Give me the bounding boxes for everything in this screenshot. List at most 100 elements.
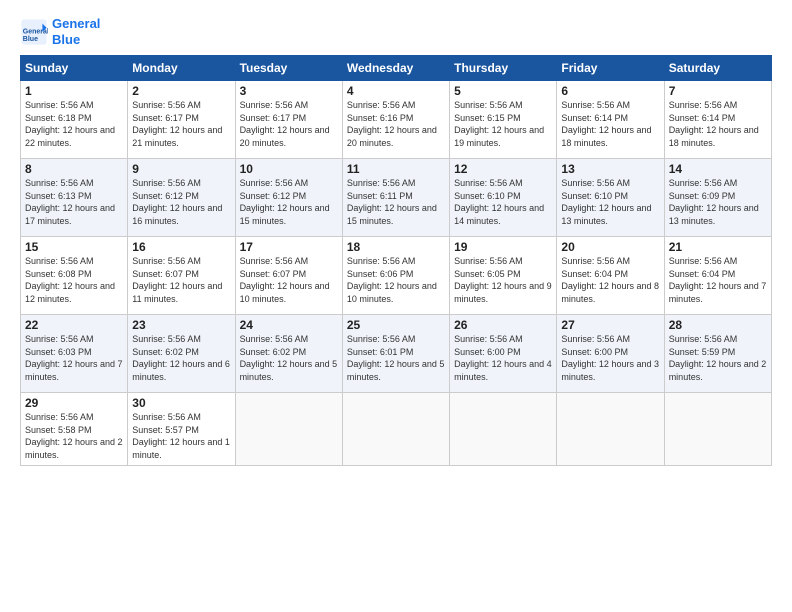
calendar-cell: 20 Sunrise: 5:56 AMSunset: 6:04 PMDayligh… [557, 237, 664, 315]
calendar-cell: 11Sunrise: 5:56 AMSunset: 6:11 PMDayligh… [342, 159, 449, 237]
calendar-cell: 5 Sunrise: 5:56 AMSunset: 6:15 PMDaylight… [450, 81, 557, 159]
calendar-cell [450, 393, 557, 465]
day-number: 28 [669, 318, 767, 332]
calendar-header-row: SundayMondayTuesdayWednesdayThursdayFrid… [21, 56, 772, 81]
day-number: 22 [25, 318, 123, 332]
day-info: Sunrise: 5:56 AMSunset: 6:02 PMDaylight:… [132, 334, 230, 382]
day-number: 12 [454, 162, 552, 176]
calendar-header-cell: Monday [128, 56, 235, 81]
calendar-cell: 24 Sunrise: 5:56 AMSunset: 6:02 PMDayligh… [235, 315, 342, 393]
calendar-cell: 21Sunrise: 5:56 AMSunset: 6:04 PMDayligh… [664, 237, 771, 315]
calendar-cell: 17 Sunrise: 5:56 AMSunset: 6:07 PMDayligh… [235, 237, 342, 315]
day-number: 3 [240, 84, 338, 98]
calendar-header-cell: Wednesday [342, 56, 449, 81]
day-info: Sunrise: 5:56 AMSunset: 5:59 PMDaylight:… [669, 334, 767, 382]
day-info: Sunrise: 5:56 AMSunset: 6:14 PMDaylight:… [669, 100, 759, 148]
page: General Blue General Blue SundayMondayTu… [0, 0, 792, 612]
calendar-cell [557, 393, 664, 465]
day-info: Sunrise: 5:56 AMSunset: 6:06 PMDaylight:… [347, 256, 437, 304]
calendar-cell: 8 Sunrise: 5:56 AMSunset: 6:13 PMDaylight… [21, 159, 128, 237]
calendar-cell: 10 Sunrise: 5:56 AMSunset: 6:12 PMDayligh… [235, 159, 342, 237]
day-info: Sunrise: 5:56 AMSunset: 6:17 PMDaylight:… [132, 100, 222, 148]
day-info: Sunrise: 5:56 AMSunset: 6:12 PMDaylight:… [240, 178, 330, 226]
calendar-cell: 18 Sunrise: 5:56 AMSunset: 6:06 PMDayligh… [342, 237, 449, 315]
day-number: 13 [561, 162, 659, 176]
day-info: Sunrise: 5:56 AMSunset: 6:00 PMDaylight:… [561, 334, 659, 382]
day-info: Sunrise: 5:56 AMSunset: 6:08 PMDaylight:… [25, 256, 115, 304]
day-number: 1 [25, 84, 123, 98]
logo: General Blue General Blue [20, 16, 100, 47]
day-number: 10 [240, 162, 338, 176]
day-number: 5 [454, 84, 552, 98]
day-info: Sunrise: 5:56 AMSunset: 6:07 PMDaylight:… [240, 256, 330, 304]
day-info: Sunrise: 5:56 AMSunset: 6:04 PMDaylight:… [561, 256, 659, 304]
day-info: Sunrise: 5:56 AMSunset: 6:09 PMDaylight:… [669, 178, 759, 226]
calendar-cell [342, 393, 449, 465]
day-info: Sunrise: 5:56 AMSunset: 6:02 PMDaylight:… [240, 334, 338, 382]
day-number: 20 [561, 240, 659, 254]
day-info: Sunrise: 5:56 AMSunset: 6:16 PMDaylight:… [347, 100, 437, 148]
calendar-cell: 2 Sunrise: 5:56 AMSunset: 6:17 PMDaylight… [128, 81, 235, 159]
calendar-cell: 16 Sunrise: 5:56 AMSunset: 6:07 PMDayligh… [128, 237, 235, 315]
calendar-cell: 28 Sunrise: 5:56 AMSunset: 5:59 PMDayligh… [664, 315, 771, 393]
calendar-cell: 12 Sunrise: 5:56 AMSunset: 6:10 PMDayligh… [450, 159, 557, 237]
calendar-header-cell: Sunday [21, 56, 128, 81]
day-info: Sunrise: 5:56 AMSunset: 6:15 PMDaylight:… [454, 100, 544, 148]
calendar-cell: 4Sunrise: 5:56 AMSunset: 6:16 PMDaylight… [342, 81, 449, 159]
svg-text:Blue: Blue [23, 36, 38, 43]
day-number: 16 [132, 240, 230, 254]
calendar-body: 1 Sunrise: 5:56 AMSunset: 6:18 PMDaylight… [21, 81, 772, 465]
day-info: Sunrise: 5:56 AMSunset: 6:18 PMDaylight:… [25, 100, 115, 148]
day-number: 18 [347, 240, 445, 254]
calendar-cell: 7Sunrise: 5:56 AMSunset: 6:14 PMDaylight… [664, 81, 771, 159]
calendar-cell: 26Sunrise: 5:56 AMSunset: 6:00 PMDayligh… [450, 315, 557, 393]
day-info: Sunrise: 5:56 AMSunset: 6:07 PMDaylight:… [132, 256, 222, 304]
day-number: 11 [347, 162, 445, 176]
day-number: 8 [25, 162, 123, 176]
calendar-cell: 14 Sunrise: 5:56 AMSunset: 6:09 PMDayligh… [664, 159, 771, 237]
day-number: 14 [669, 162, 767, 176]
day-info: Sunrise: 5:56 AMSunset: 5:58 PMDaylight:… [25, 412, 123, 460]
calendar-header-cell: Friday [557, 56, 664, 81]
day-number: 15 [25, 240, 123, 254]
day-number: 29 [25, 396, 123, 410]
day-number: 17 [240, 240, 338, 254]
day-info: Sunrise: 5:56 AMSunset: 6:03 PMDaylight:… [25, 334, 123, 382]
day-info: Sunrise: 5:56 AMSunset: 6:17 PMDaylight:… [240, 100, 330, 148]
day-number: 30 [132, 396, 230, 410]
day-number: 26 [454, 318, 552, 332]
logo-icon: General Blue [20, 18, 48, 46]
day-info: Sunrise: 5:56 AMSunset: 6:10 PMDaylight:… [454, 178, 544, 226]
day-number: 9 [132, 162, 230, 176]
calendar-cell: 15 Sunrise: 5:56 AMSunset: 6:08 PMDayligh… [21, 237, 128, 315]
calendar-cell: 29 Sunrise: 5:56 AMSunset: 5:58 PMDayligh… [21, 393, 128, 465]
calendar-cell: 22 Sunrise: 5:56 AMSunset: 6:03 PMDayligh… [21, 315, 128, 393]
calendar-cell: 23 Sunrise: 5:56 AMSunset: 6:02 PMDayligh… [128, 315, 235, 393]
day-info: Sunrise: 5:56 AMSunset: 5:57 PMDaylight:… [132, 412, 230, 460]
day-number: 19 [454, 240, 552, 254]
day-info: Sunrise: 5:56 AMSunset: 6:13 PMDaylight:… [25, 178, 115, 226]
calendar-header-cell: Saturday [664, 56, 771, 81]
calendar-cell: 30 Sunrise: 5:56 AMSunset: 5:57 PMDayligh… [128, 393, 235, 465]
calendar-cell: 3 Sunrise: 5:56 AMSunset: 6:17 PMDaylight… [235, 81, 342, 159]
day-number: 2 [132, 84, 230, 98]
calendar-cell: 9Sunrise: 5:56 AMSunset: 6:12 PMDaylight… [128, 159, 235, 237]
calendar-cell [235, 393, 342, 465]
header: General Blue General Blue [20, 16, 772, 47]
day-number: 24 [240, 318, 338, 332]
calendar-table: SundayMondayTuesdayWednesdayThursdayFrid… [20, 55, 772, 465]
day-number: 27 [561, 318, 659, 332]
day-info: Sunrise: 5:56 AMSunset: 6:01 PMDaylight:… [347, 334, 445, 382]
calendar-cell: 1 Sunrise: 5:56 AMSunset: 6:18 PMDaylight… [21, 81, 128, 159]
day-number: 6 [561, 84, 659, 98]
day-number: 23 [132, 318, 230, 332]
day-info: Sunrise: 5:56 AMSunset: 6:10 PMDaylight:… [561, 178, 651, 226]
calendar-cell: 27 Sunrise: 5:56 AMSunset: 6:00 PMDayligh… [557, 315, 664, 393]
day-info: Sunrise: 5:56 AMSunset: 6:05 PMDaylight:… [454, 256, 552, 304]
day-info: Sunrise: 5:56 AMSunset: 6:04 PMDaylight:… [669, 256, 767, 304]
logo-text: General Blue [52, 16, 100, 47]
calendar-cell: 19 Sunrise: 5:56 AMSunset: 6:05 PMDayligh… [450, 237, 557, 315]
calendar-header-cell: Tuesday [235, 56, 342, 81]
calendar-cell: 6 Sunrise: 5:56 AMSunset: 6:14 PMDaylight… [557, 81, 664, 159]
day-info: Sunrise: 5:56 AMSunset: 6:14 PMDaylight:… [561, 100, 651, 148]
